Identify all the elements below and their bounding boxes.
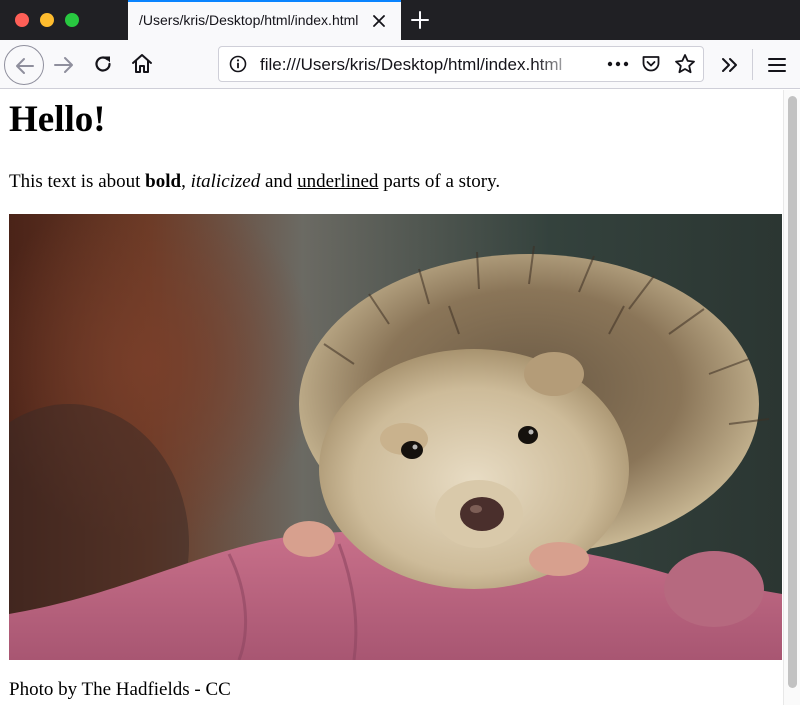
- address-bar[interactable]: file:///Users/kris/Desktop/html/index.ht…: [218, 46, 704, 82]
- active-tab[interactable]: /Users/kris/Desktop/html/index.html: [128, 0, 401, 40]
- arrow-right-icon[interactable]: [52, 53, 76, 77]
- bold-text: bold: [145, 171, 182, 192]
- toolbar-separator: [752, 49, 753, 80]
- reload-icon[interactable]: [92, 53, 114, 75]
- tab-title: /Users/kris/Desktop/html/index.html: [139, 12, 359, 28]
- vertical-scrollbar[interactable]: [783, 90, 800, 705]
- paragraph-text: ,: [181, 171, 191, 192]
- home-icon[interactable]: [130, 52, 154, 76]
- window-close-button[interactable]: [15, 13, 29, 27]
- more-horizontal-icon[interactable]: [606, 55, 630, 73]
- hedgehog-photo: [9, 214, 782, 660]
- paragraph-text: and: [260, 171, 298, 192]
- url-text[interactable]: file:///Users/kris/Desktop/html/index.ht…: [260, 55, 582, 77]
- page-viewport: Hello! This text is about bold, italiciz…: [0, 90, 783, 705]
- scrollbar-thumb[interactable]: [788, 96, 797, 688]
- window-minimize-button[interactable]: [40, 13, 54, 27]
- photo-caption: Photo by The Hadfields - CC: [9, 679, 231, 700]
- chevron-double-right-icon[interactable]: [718, 53, 742, 77]
- paragraph-text: This text is about: [9, 171, 146, 192]
- page-heading: Hello!: [9, 99, 106, 140]
- hamburger-menu-icon[interactable]: [765, 53, 789, 77]
- underlined-text: underlined: [297, 171, 379, 192]
- window-zoom-button[interactable]: [65, 13, 79, 27]
- tab-strip: /Users/kris/Desktop/html/index.html: [0, 0, 800, 40]
- italic-text: italicized: [190, 171, 261, 192]
- story-paragraph: This text is about bold, italicized and …: [9, 170, 769, 194]
- pocket-icon[interactable]: [641, 54, 661, 74]
- info-icon[interactable]: [229, 55, 247, 73]
- back-button[interactable]: [4, 45, 44, 85]
- plus-icon[interactable]: [410, 10, 430, 30]
- star-icon[interactable]: [674, 53, 696, 75]
- close-icon[interactable]: [371, 13, 387, 29]
- paragraph-text: parts of a story.: [378, 171, 501, 192]
- navigation-toolbar: file:///Users/kris/Desktop/html/index.ht…: [0, 40, 800, 89]
